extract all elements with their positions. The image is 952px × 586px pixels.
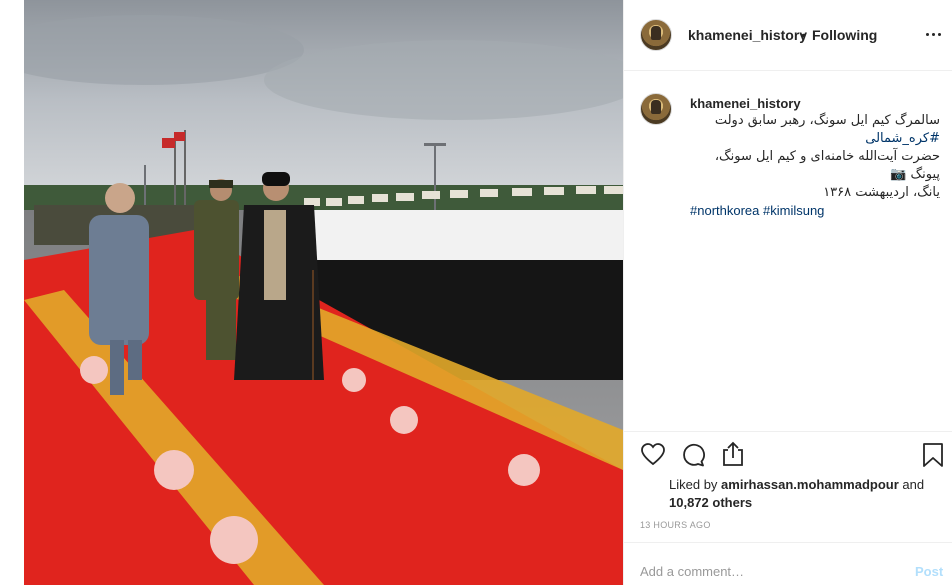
post-header: khamenei_history • Following xyxy=(624,0,952,71)
caption-area: khamenei_history سالمرگ کیم ایل سونگ، ره… xyxy=(624,71,952,431)
post-timestamp[interactable]: 13 HOURS AGO xyxy=(640,520,711,530)
post-actions: Liked by amirhassan.mohammadpour and 10,… xyxy=(624,431,952,585)
post-photo[interactable] xyxy=(24,0,623,585)
heart-icon[interactable] xyxy=(640,442,666,468)
post-side-panel: khamenei_history • Following khamenei_hi… xyxy=(623,0,952,585)
post-comment-button[interactable]: Post xyxy=(915,564,943,579)
comment-box: Add a comment… Post xyxy=(624,542,952,586)
header-username[interactable]: khamenei_history xyxy=(688,27,807,43)
caption-line-4: یانگ، اردیبهشت ۱۳۶۸ xyxy=(823,185,940,200)
likes-count[interactable]: 10,872 others xyxy=(669,495,752,510)
likes-summary: Liked by amirhassan.mohammadpour and 10,… xyxy=(669,476,924,512)
caption-line-3: حضرت آیت‌الله خامنه‌ای و کیم ایل سونگ، پ… xyxy=(714,149,940,182)
following-button[interactable]: Following xyxy=(812,27,877,43)
caption-text: سالمرگ کیم ایل سونگ، رهبر سابق دولت #کره… xyxy=(690,112,940,202)
caption-avatar[interactable] xyxy=(640,93,672,125)
header-separator: • xyxy=(801,27,806,43)
caption-username[interactable]: khamenei_history xyxy=(690,96,801,111)
share-icon[interactable] xyxy=(720,441,746,467)
likes-prefix: Liked by xyxy=(669,477,722,492)
more-options-icon[interactable] xyxy=(924,26,944,42)
comment-input[interactable]: Add a comment… xyxy=(640,564,744,579)
avatar[interactable] xyxy=(640,19,672,51)
comment-bubble-icon[interactable] xyxy=(680,442,706,468)
bookmark-icon[interactable] xyxy=(920,442,946,468)
likes-user[interactable]: amirhassan.mohammadpour xyxy=(721,477,899,492)
caption-hashtag-link[interactable]: #کره_شمالی xyxy=(690,130,940,148)
left-margin xyxy=(0,0,24,585)
likes-connector: and xyxy=(898,477,925,492)
caption-line-1: سالمرگ کیم ایل سونگ، رهبر سابق دولت xyxy=(714,113,940,128)
caption-hashtags[interactable]: #northkorea #kimilsung xyxy=(690,203,824,218)
